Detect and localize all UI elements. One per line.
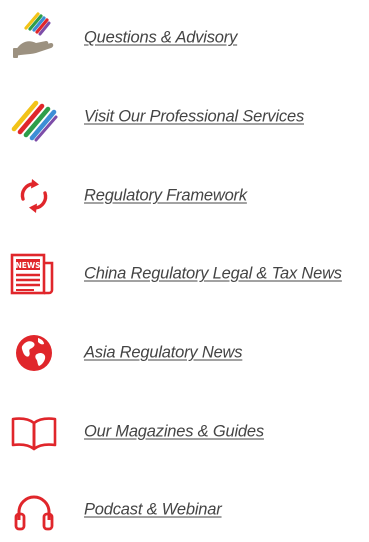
svg-text:NEWS: NEWS — [15, 261, 40, 270]
colored-pencils-icon — [6, 89, 62, 145]
menu-item-label: China Regulatory Legal & Tax News — [84, 264, 342, 283]
menu-item-magazines-guides[interactable]: Our Magazines & Guides — [0, 404, 369, 460]
refresh-arrows-icon — [6, 168, 62, 224]
newspaper-icon: NEWS — [6, 246, 62, 302]
globe-icon — [6, 325, 62, 381]
menu-item-asia-regulatory-news[interactable]: Asia Regulatory News — [0, 325, 369, 381]
menu-item-label: Questions & Advisory — [84, 28, 238, 47]
headphones-icon — [6, 482, 62, 538]
menu-item-label: Regulatory Framework — [84, 186, 247, 205]
menu-item-regulatory-framework[interactable]: Regulatory Framework — [0, 168, 369, 224]
open-book-icon — [6, 404, 62, 460]
menu-item-label: Podcast & Webinar — [84, 500, 222, 519]
menu-item-label: Our Magazines & Guides — [84, 422, 264, 441]
resource-links-menu: Questions & Advisory Visit Our Professio… — [0, 0, 369, 542]
menu-item-label: Visit Our Professional Services — [84, 107, 304, 126]
menu-item-label: Asia Regulatory News — [84, 343, 243, 362]
advisory-hand-pencils-icon — [6, 10, 62, 66]
menu-item-questions-advisory[interactable]: Questions & Advisory — [0, 10, 369, 66]
menu-item-professional-services[interactable]: Visit Our Professional Services — [0, 89, 369, 145]
menu-item-podcast-webinar[interactable]: Podcast & Webinar — [0, 482, 369, 538]
menu-item-china-regulatory-news[interactable]: NEWS China Regulatory Legal & Tax News — [0, 246, 369, 302]
